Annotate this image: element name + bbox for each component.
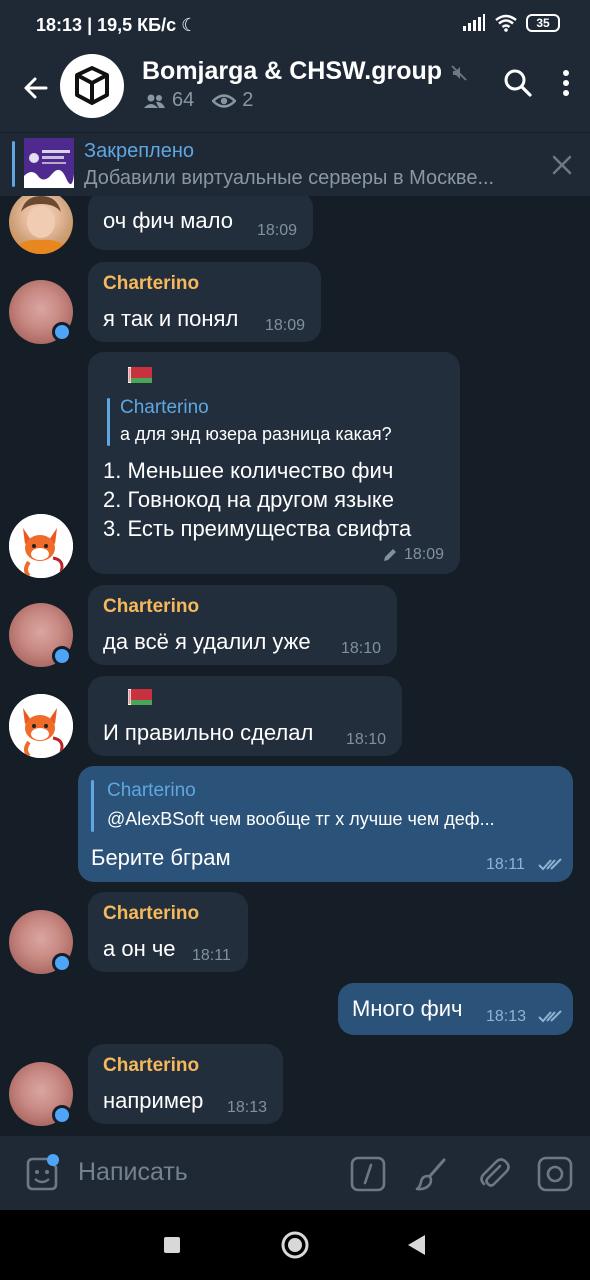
avatar[interactable] <box>9 514 73 578</box>
attach-paperclip-icon[interactable] <box>476 1156 512 1192</box>
message-bubble[interactable]: Charterino да всё я удалил уже 18:10 <box>88 585 397 665</box>
message-text: Много фич <box>352 996 463 1021</box>
members-icon <box>144 94 165 108</box>
chat-header: Bomjarga & CHSW.group 64 2 <box>0 50 590 132</box>
muted-icon <box>451 65 467 81</box>
message-time: 18:09 <box>257 222 298 239</box>
online-status-dot <box>52 646 72 666</box>
online-status-dot <box>52 953 72 973</box>
message-input-bar: Написать <box>0 1136 590 1210</box>
message-time: 18:13 <box>227 1099 268 1116</box>
camera-icon[interactable] <box>537 1156 573 1192</box>
sender-name: Charterino <box>103 903 200 924</box>
reply-text: а для энд юзера разница какая? <box>120 424 392 444</box>
back-triangle-icon[interactable] <box>405 1233 427 1257</box>
status-bar: 18:13 | 19,5 КБ/с ☾ 35 <box>0 0 590 50</box>
avatar[interactable] <box>9 196 73 254</box>
pinned-accent-bar <box>12 141 15 187</box>
signal-icon <box>463 14 485 31</box>
reply-accent-bar <box>107 398 110 446</box>
message-text: Берите бграм <box>91 845 231 870</box>
message-text-line: 3. Есть преимущества свифта <box>103 516 412 541</box>
message-bubble[interactable]: оч фич мало 18:09 <box>88 196 313 250</box>
outgoing-message-bubble[interactable]: Много фич 18:13 <box>338 983 573 1035</box>
battery-indicator: 35 <box>526 14 560 32</box>
edited-pencil-icon <box>384 549 396 561</box>
reply-sender: Charterino <box>120 397 209 418</box>
message-text-line: 2. Говнокод на другом языке <box>103 487 395 512</box>
status-net-speed: 19,5 КБ/с <box>97 15 177 35</box>
viewers-count: 2 <box>242 89 254 111</box>
belarus-flag-icon <box>128 689 152 705</box>
pinned-thumbnail <box>24 138 74 188</box>
members-count: 64 <box>172 89 195 111</box>
message-text: да всё я удалил уже <box>103 629 311 654</box>
outgoing-message-bubble[interactable]: Charterino @AlexBSoft чем вообще тг х лу… <box>78 766 573 882</box>
reply-sender: Charterino <box>107 780 196 801</box>
group-avatar[interactable] <box>60 54 124 118</box>
bot-commands-icon[interactable] <box>350 1156 386 1192</box>
pinned-message[interactable]: Закреплено Добавили виртуальные серверы … <box>0 132 590 196</box>
search-icon[interactable] <box>500 65 536 101</box>
reply-accent-bar <box>91 780 94 832</box>
status-left: 18:13 | 19,5 КБ/с ☾ <box>36 15 198 35</box>
double-check-icon <box>538 1010 562 1023</box>
online-status-dot <box>52 322 72 342</box>
message-time: 18:10 <box>341 640 382 657</box>
message-input[interactable]: Написать <box>78 1158 188 1187</box>
message-bubble[interactable]: Charterino я так и понял 18:09 <box>88 262 321 342</box>
message-text: я так и понял <box>103 306 239 331</box>
status-right: 35 <box>462 14 560 32</box>
message-text: оч фич мало <box>103 208 233 233</box>
double-check-icon <box>538 858 562 871</box>
sender-name: Charterino <box>103 273 200 294</box>
eye-icon <box>212 93 237 108</box>
message-time: 18:11 <box>486 856 525 873</box>
avatar[interactable] <box>9 694 73 758</box>
close-icon[interactable] <box>548 151 576 179</box>
sender-name: Charterino <box>103 1055 200 1076</box>
more-menu-icon[interactable] <box>552 65 580 101</box>
home-circle-icon[interactable] <box>280 1230 310 1260</box>
status-time: 18:13 <box>36 15 83 35</box>
dnd-moon-icon: ☾ <box>181 15 198 35</box>
message-text: а он че <box>103 936 176 961</box>
message-time: 18:10 <box>346 731 387 748</box>
wifi-icon <box>495 14 517 32</box>
cube-logo-icon <box>75 66 109 105</box>
battery-level: 35 <box>536 16 550 30</box>
chat-title[interactable]: Bomjarga & CHSW.group <box>142 57 442 86</box>
system-nav-bar <box>0 1210 590 1280</box>
message-bubble[interactable]: Charterino а для энд юзера разница какая… <box>88 352 460 574</box>
message-bubble[interactable]: И правильно сделал 18:10 <box>88 676 402 756</box>
message-time: 18:13 <box>486 1008 527 1025</box>
message-bubble[interactable]: Charterino а он че 18:11 <box>88 892 248 972</box>
message-text-line: 1. Меньшее количество фич <box>103 458 394 483</box>
chat-subtitle: 64 2 <box>142 89 253 112</box>
back-arrow-icon[interactable] <box>16 68 56 108</box>
belarus-flag-icon <box>128 367 152 383</box>
reply-text: @AlexBSoft чем вообще тг х лучше чем деф… <box>107 809 495 829</box>
sticker-emoji-icon[interactable] <box>22 1154 62 1194</box>
message-text: И правильно сделал <box>103 720 314 745</box>
message-text: например <box>103 1088 204 1113</box>
message-time: 18:09 <box>404 546 445 563</box>
sender-name: Charterino <box>103 596 200 617</box>
chat-messages[interactable]: оч фич мало 18:09 Charterino я так и пон… <box>0 196 590 1136</box>
pinned-text: Добавили виртуальные серверы в Москве... <box>84 167 495 189</box>
recents-square-icon[interactable] <box>162 1235 182 1255</box>
brush-icon[interactable] <box>414 1156 450 1192</box>
online-status-dot <box>52 1105 72 1125</box>
message-bubble[interactable]: Charterino например 18:13 <box>88 1044 283 1124</box>
pinned-label: Закреплено <box>84 140 194 162</box>
message-time: 18:09 <box>265 317 306 334</box>
message-time: 18:11 <box>192 947 231 964</box>
